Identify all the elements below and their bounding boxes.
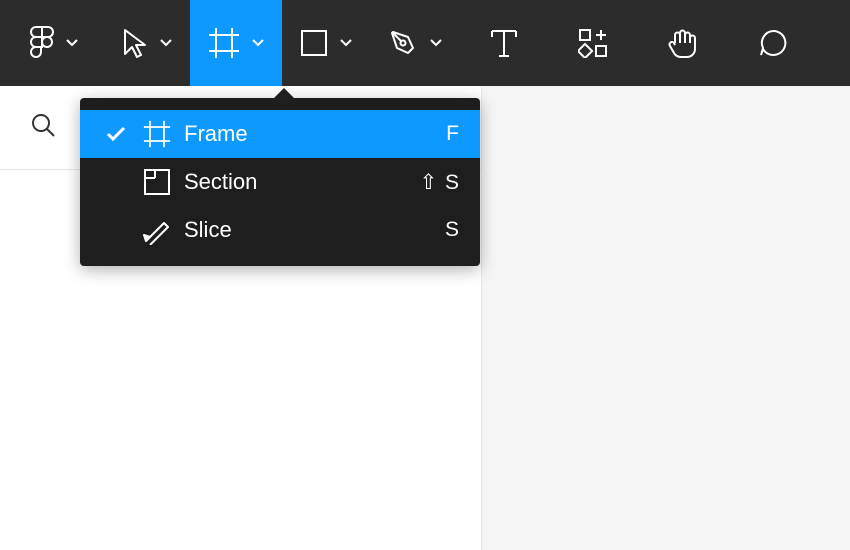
pen-tool-button[interactable] [370,0,460,86]
figma-logo-icon [30,26,54,60]
comment-tool-button[interactable] [728,0,818,86]
shape-tool-button[interactable] [282,0,370,86]
menu-item-section[interactable]: Section ⇧ S [80,158,480,206]
menu-item-label: Slice [178,217,445,243]
frame-icon [136,120,178,148]
pen-icon [388,28,418,58]
menu-item-slice[interactable]: Slice S [80,206,480,254]
chevron-down-icon [340,39,352,47]
rectangle-icon [300,29,328,57]
main-menu-button[interactable] [4,0,104,86]
chevron-down-icon [66,39,78,47]
check-icon [96,126,136,142]
move-tool-button[interactable] [104,0,190,86]
menu-item-label: Frame [178,121,446,147]
frame-icon [208,27,240,59]
text-icon [490,28,518,58]
menu-item-shortcut: F [446,122,460,146]
frame-tool-button[interactable] [190,0,282,86]
chevron-down-icon [430,39,442,47]
slice-icon [136,215,178,245]
text-tool-button[interactable] [460,0,548,86]
menu-item-label: Section [178,169,420,195]
canvas[interactable] [482,86,850,550]
hand-icon [668,27,698,59]
section-icon [136,168,178,196]
hand-tool-button[interactable] [638,0,728,86]
chevron-down-icon [252,39,264,47]
frame-tool-dropdown: Frame F Section ⇧ S Slice S [80,98,480,266]
resources-tool-button[interactable] [548,0,638,86]
menu-item-shortcut: S [445,218,460,242]
menu-item-frame[interactable]: Frame F [80,110,480,158]
resources-icon [578,28,608,58]
chevron-down-icon [160,39,172,47]
toolbar [0,0,850,86]
comment-icon [758,28,788,58]
move-icon [122,28,148,58]
menu-item-shortcut: ⇧ S [420,170,460,195]
search-icon [30,112,56,143]
